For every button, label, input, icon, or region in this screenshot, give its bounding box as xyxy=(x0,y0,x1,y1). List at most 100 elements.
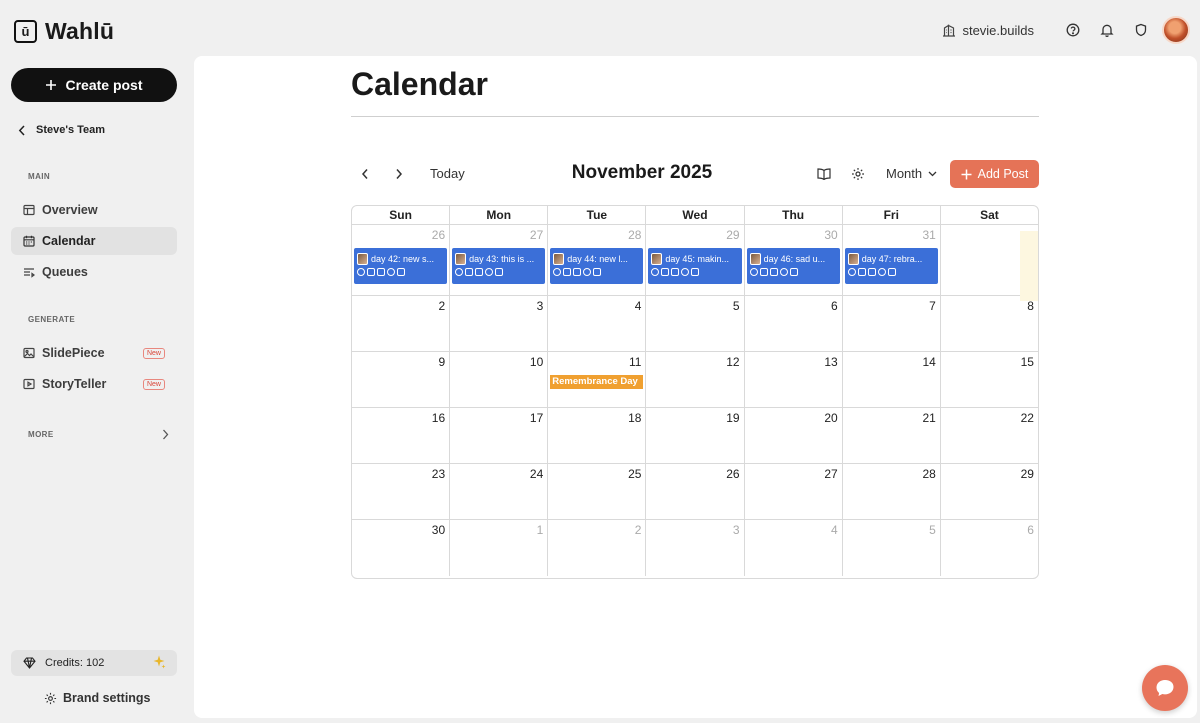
day-cell[interactable]: 24 xyxy=(450,464,549,519)
chat-button[interactable] xyxy=(1142,665,1188,711)
calendar-event[interactable]: day 46: sad u... xyxy=(746,248,840,284)
day-cell[interactable]: 27 day 43: this is ... xyxy=(450,225,549,295)
day-cell[interactable]: 28 xyxy=(843,464,941,519)
day-cell[interactable]: 6 xyxy=(745,296,843,351)
day-cell[interactable]: 19 xyxy=(646,408,745,463)
queue-icon xyxy=(24,268,35,278)
weekday-label: Mon xyxy=(450,206,549,224)
credits-panel[interactable]: Credits: 102 xyxy=(11,650,177,676)
youtube-icon xyxy=(769,268,778,276)
day-cell[interactable]: 26 xyxy=(646,464,745,519)
day-number: 29 xyxy=(1020,467,1034,481)
app-logo[interactable]: ū Wahlū xyxy=(14,18,114,45)
sparkle-icon xyxy=(153,655,166,669)
calendar-grid: Sun Mon Tue Wed Thu Fri Sat 26 day 42: new s...… xyxy=(351,205,1039,579)
facebook-icon xyxy=(847,268,856,276)
day-cell[interactable]: 22 xyxy=(941,408,1038,463)
calendar-week: 30 1 2 3 4 5 6 xyxy=(352,520,1038,576)
day-cell[interactable]: 15 xyxy=(941,352,1038,407)
day-number: 22 xyxy=(1020,411,1034,425)
day-number: 19 xyxy=(726,411,740,425)
day-cell[interactable]: 30 xyxy=(352,520,451,576)
day-cell[interactable]: 14 xyxy=(843,352,941,407)
day-cell[interactable]: 23 xyxy=(352,464,451,519)
day-cell[interactable]: 29 day 45: makin... xyxy=(646,225,745,295)
day-number: 24 xyxy=(529,467,544,481)
day-cell[interactable]: 18 xyxy=(548,408,647,463)
day-cell[interactable]: 1 xyxy=(450,520,549,576)
help-icon[interactable] xyxy=(1056,15,1090,45)
day-cell[interactable]: 3 xyxy=(450,296,549,351)
tiktok-icon xyxy=(387,268,395,276)
section-label-main: MAIN xyxy=(28,172,51,181)
platform-icons xyxy=(455,268,543,276)
shield-icon[interactable] xyxy=(1124,15,1158,45)
sidebar-item-calendar[interactable]: Calendar xyxy=(11,227,177,255)
day-cell[interactable]: 8 xyxy=(941,296,1038,351)
day-cell[interactable]: 9 xyxy=(352,352,451,407)
day-cell[interactable]: 10 xyxy=(450,352,549,407)
day-cell[interactable]: 3 xyxy=(646,520,745,576)
day-cell[interactable]: 13 xyxy=(745,352,843,407)
team-switcher[interactable]: stevie.builds xyxy=(942,23,1034,38)
day-cell[interactable]: 25 xyxy=(548,464,647,519)
day-cell[interactable]: 29 xyxy=(941,464,1038,519)
day-cell[interactable]: 5 xyxy=(843,520,941,576)
facebook-icon xyxy=(553,268,562,276)
view-select[interactable]: Month xyxy=(886,166,937,181)
day-cell[interactable]: 1 xyxy=(1019,231,1038,301)
sidebar-item-storyteller[interactable]: StoryTeller New xyxy=(11,370,177,398)
day-cell[interactable]: 21 xyxy=(843,408,941,463)
holiday-event[interactable]: Remembrance Day xyxy=(550,375,644,389)
day-cell[interactable]: 26 day 42: new s... xyxy=(352,225,451,295)
calendar-event[interactable]: day 42: new s... xyxy=(354,248,448,284)
sidebar-item-queues[interactable]: Queues xyxy=(11,258,177,286)
calendar-event[interactable]: day 45: makin... xyxy=(648,248,742,284)
plus-icon xyxy=(46,80,57,90)
day-cell[interactable]: 11 Remembrance Day xyxy=(548,352,647,407)
weekday-label: Fri xyxy=(843,206,941,224)
day-number: 13 xyxy=(824,355,838,369)
create-post-button[interactable]: Create post xyxy=(11,68,177,102)
team-back-link[interactable]: Steve's Team xyxy=(18,124,105,136)
book-icon[interactable] xyxy=(814,164,834,184)
day-cell[interactable]: 20 xyxy=(745,408,843,463)
day-cell[interactable]: 2 xyxy=(548,520,647,576)
day-cell[interactable]: 30 day 46: sad u... xyxy=(745,225,843,295)
brand-settings-link[interactable]: Brand settings xyxy=(44,691,151,705)
calendar-event[interactable]: day 47: rebra... xyxy=(844,248,938,284)
day-cell[interactable]: 5 xyxy=(646,296,745,351)
calendar-event[interactable]: day 44: new l... xyxy=(550,248,644,284)
platform-icons xyxy=(553,268,641,276)
day-cell[interactable]: 31 day 47: rebra... xyxy=(843,225,941,295)
sidebar-item-overview[interactable]: Overview xyxy=(11,196,177,224)
avatar[interactable] xyxy=(1162,16,1190,44)
more-toggle[interactable]: MORE xyxy=(28,429,178,440)
day-cell[interactable]: 6 xyxy=(941,520,1038,576)
tiktok-icon xyxy=(681,268,690,276)
calendar-icon xyxy=(23,235,35,247)
bell-icon[interactable] xyxy=(1090,15,1124,45)
day-cell[interactable]: 4 xyxy=(548,296,647,351)
gear-icon[interactable] xyxy=(848,164,868,184)
day-cell[interactable]: 7 xyxy=(843,296,941,351)
day-cell[interactable]: 17 xyxy=(450,408,549,463)
calendar-event[interactable]: day 43: this is ... xyxy=(452,248,546,284)
new-badge: New xyxy=(142,378,165,390)
day-cell[interactable]: 4 xyxy=(745,520,843,576)
day-cell[interactable]: 12 xyxy=(646,352,745,407)
youtube-icon xyxy=(867,268,876,276)
event-title: day 45: makin... xyxy=(665,253,729,264)
calendar-body: 26 day 42: new s... 27 day 43: this is ... 2… xyxy=(352,225,1038,576)
day-number: 29 xyxy=(726,228,740,242)
day-cell[interactable]: 16 xyxy=(352,408,451,463)
day-cell[interactable]: 2 xyxy=(352,296,451,351)
day-cell[interactable]: 28 day 44: new l... xyxy=(548,225,647,295)
divider xyxy=(351,116,1039,117)
day-number: 4 xyxy=(831,523,838,537)
sidebar-item-slidepiece[interactable]: SlidePiece New xyxy=(11,339,177,367)
logo-text: Wahlū xyxy=(45,18,115,44)
day-cell[interactable]: 27 xyxy=(745,464,843,519)
main-panel: Calendar Today November 2025 Month Add P… xyxy=(194,56,1197,718)
add-post-button[interactable]: Add Post xyxy=(950,160,1039,188)
